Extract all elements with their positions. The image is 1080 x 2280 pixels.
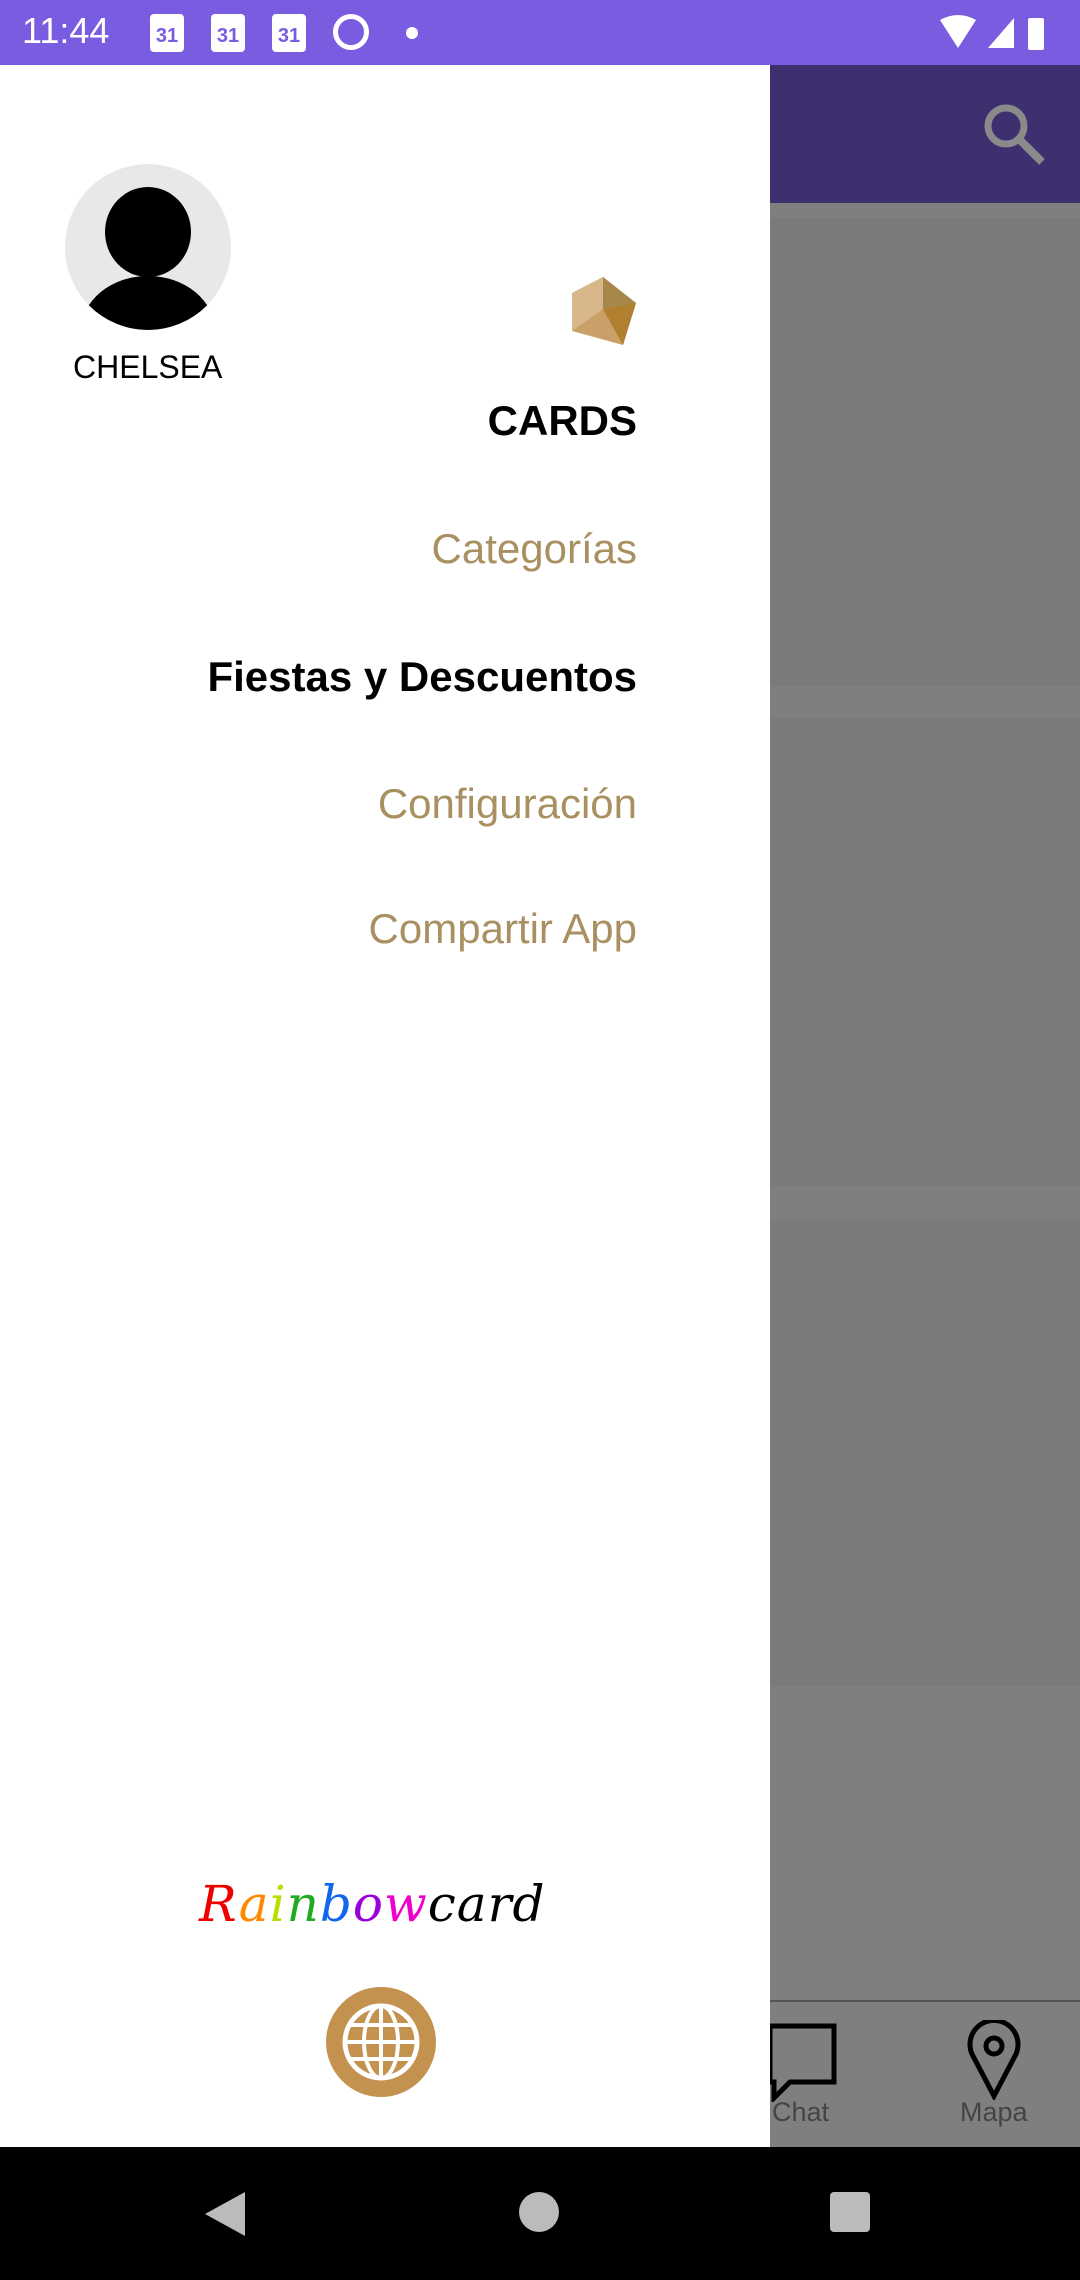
- bottom-nav-mapa[interactable]: Mapa: [960, 2097, 1028, 2128]
- calendar-icon: 31: [211, 14, 245, 52]
- back-icon[interactable]: [205, 2192, 245, 2236]
- avatar-head: [105, 187, 191, 277]
- card[interactable]: [770, 1219, 1080, 1686]
- home-icon[interactable]: [519, 2192, 559, 2232]
- gem-logo-icon: [572, 277, 636, 345]
- menu-item-compartir-app[interactable]: Compartir App: [369, 905, 637, 953]
- menu-item-configuracion[interactable]: Configuración: [378, 780, 637, 828]
- system-nav-bar: [0, 2147, 1080, 2280]
- rainbowcard-logo: Rainbowcard: [199, 1875, 546, 1933]
- chat-icon[interactable]: [760, 2022, 840, 2102]
- menu-item-fiestas-descuentos[interactable]: Fiestas y Descuentos: [207, 653, 637, 701]
- card[interactable]: [770, 218, 1080, 686]
- q-app-icon: [333, 14, 369, 50]
- recents-icon[interactable]: [830, 2192, 870, 2232]
- wifi-icon: [940, 15, 1044, 50]
- clock: 11:44: [22, 10, 110, 51]
- status-bar: 11:44 31 31 31: [0, 0, 1080, 65]
- user-name: CHELSEA: [73, 349, 223, 385]
- menu-item-categorias[interactable]: Categorías: [432, 525, 637, 573]
- map-pin-icon[interactable]: [966, 2020, 1022, 2100]
- brand-title: CARDS: [487, 397, 637, 444]
- avatar-body: [81, 276, 215, 330]
- navigation-drawer: CHELSEA CARDS Categorías Fiestas y Descu…: [0, 65, 770, 2147]
- search-icon[interactable]: [980, 100, 1050, 170]
- card[interactable]: [770, 718, 1080, 1186]
- bottom-nav-chat[interactable]: Chat: [772, 2097, 829, 2128]
- avatar[interactable]: [65, 164, 231, 330]
- calendar-icon: 31: [272, 14, 306, 52]
- globe-icon[interactable]: [326, 1987, 436, 2097]
- calendar-icon: 31: [150, 14, 184, 52]
- dot-icon: [406, 27, 418, 39]
